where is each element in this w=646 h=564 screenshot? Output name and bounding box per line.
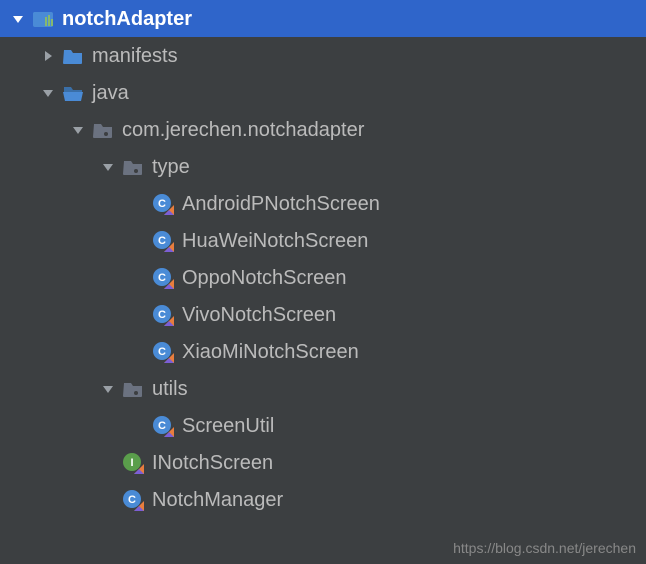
chevron-down-icon[interactable] — [100, 159, 116, 175]
tree-row[interactable]: C OppoNotchScreen — [0, 259, 646, 296]
svg-text:C: C — [158, 309, 166, 321]
kotlin-interface-icon: I — [122, 452, 144, 474]
tree-row[interactable]: C ScreenUtil — [0, 407, 646, 444]
tree-row[interactable]: C VivoNotchScreen — [0, 296, 646, 333]
tree-row-label: utils — [152, 379, 188, 399]
tree-row-label: VivoNotchScreen — [182, 305, 336, 325]
tree-row-label: manifests — [92, 46, 178, 66]
tree-row-label: AndroidPNotchScreen — [182, 194, 380, 214]
tree-row[interactable]: type — [0, 148, 646, 185]
folder-icon — [62, 45, 84, 67]
chevron-down-icon[interactable] — [10, 11, 26, 27]
kotlin-class-icon: C — [152, 415, 174, 437]
kotlin-class-icon: C — [122, 489, 144, 511]
tree-row-label: java — [92, 83, 129, 103]
tree-row[interactable]: C XiaoMiNotchScreen — [0, 333, 646, 370]
tree-row-label: XiaoMiNotchScreen — [182, 342, 359, 362]
tree-row[interactable]: I INotchScreen — [0, 444, 646, 481]
tree-row[interactable]: utils — [0, 370, 646, 407]
module-icon — [32, 8, 54, 30]
svg-text:I: I — [130, 457, 133, 469]
svg-text:C: C — [158, 272, 166, 284]
tree-row[interactable]: C NotchManager — [0, 481, 646, 518]
svg-text:C: C — [158, 198, 166, 210]
kotlin-class-icon: C — [152, 230, 174, 252]
kotlin-class-icon: C — [152, 304, 174, 326]
tree-row-label: ScreenUtil — [182, 416, 274, 436]
chevron-right-icon[interactable] — [40, 48, 56, 64]
chevron-down-icon[interactable] — [100, 381, 116, 397]
tree-row[interactable]: manifests — [0, 37, 646, 74]
tree-row-label: NotchManager — [152, 490, 283, 510]
tree-row-label: HuaWeiNotchScreen — [182, 231, 368, 251]
tree-row-label: com.jerechen.notchadapter — [122, 120, 364, 140]
chevron-down-icon[interactable] — [40, 85, 56, 101]
tree-row[interactable]: C AndroidPNotchScreen — [0, 185, 646, 222]
svg-text:C: C — [158, 235, 166, 247]
package-icon — [122, 156, 144, 178]
chevron-down-icon[interactable] — [70, 122, 86, 138]
tree-row-label: INotchScreen — [152, 453, 273, 473]
folder-open-icon — [62, 82, 84, 104]
tree-row-label: type — [152, 157, 190, 177]
kotlin-class-icon: C — [152, 341, 174, 363]
package-icon — [92, 119, 114, 141]
tree-row-label: OppoNotchScreen — [182, 268, 347, 288]
kotlin-class-icon: C — [152, 193, 174, 215]
tree-row-root[interactable]: notchAdapter — [0, 0, 646, 37]
kotlin-class-icon: C — [152, 267, 174, 289]
svg-text:C: C — [158, 420, 166, 432]
tree-row[interactable]: java — [0, 74, 646, 111]
svg-text:C: C — [128, 494, 136, 506]
package-icon — [122, 378, 144, 400]
tree-row[interactable]: com.jerechen.notchadapter — [0, 111, 646, 148]
tree-row-label: notchAdapter — [62, 9, 192, 29]
project-tree: notchAdapter manifests java com.jerechen.n… — [0, 0, 646, 518]
tree-row[interactable]: C HuaWeiNotchScreen — [0, 222, 646, 259]
watermark-text: https://blog.csdn.net/jerechen — [453, 540, 636, 556]
svg-text:C: C — [158, 346, 166, 358]
